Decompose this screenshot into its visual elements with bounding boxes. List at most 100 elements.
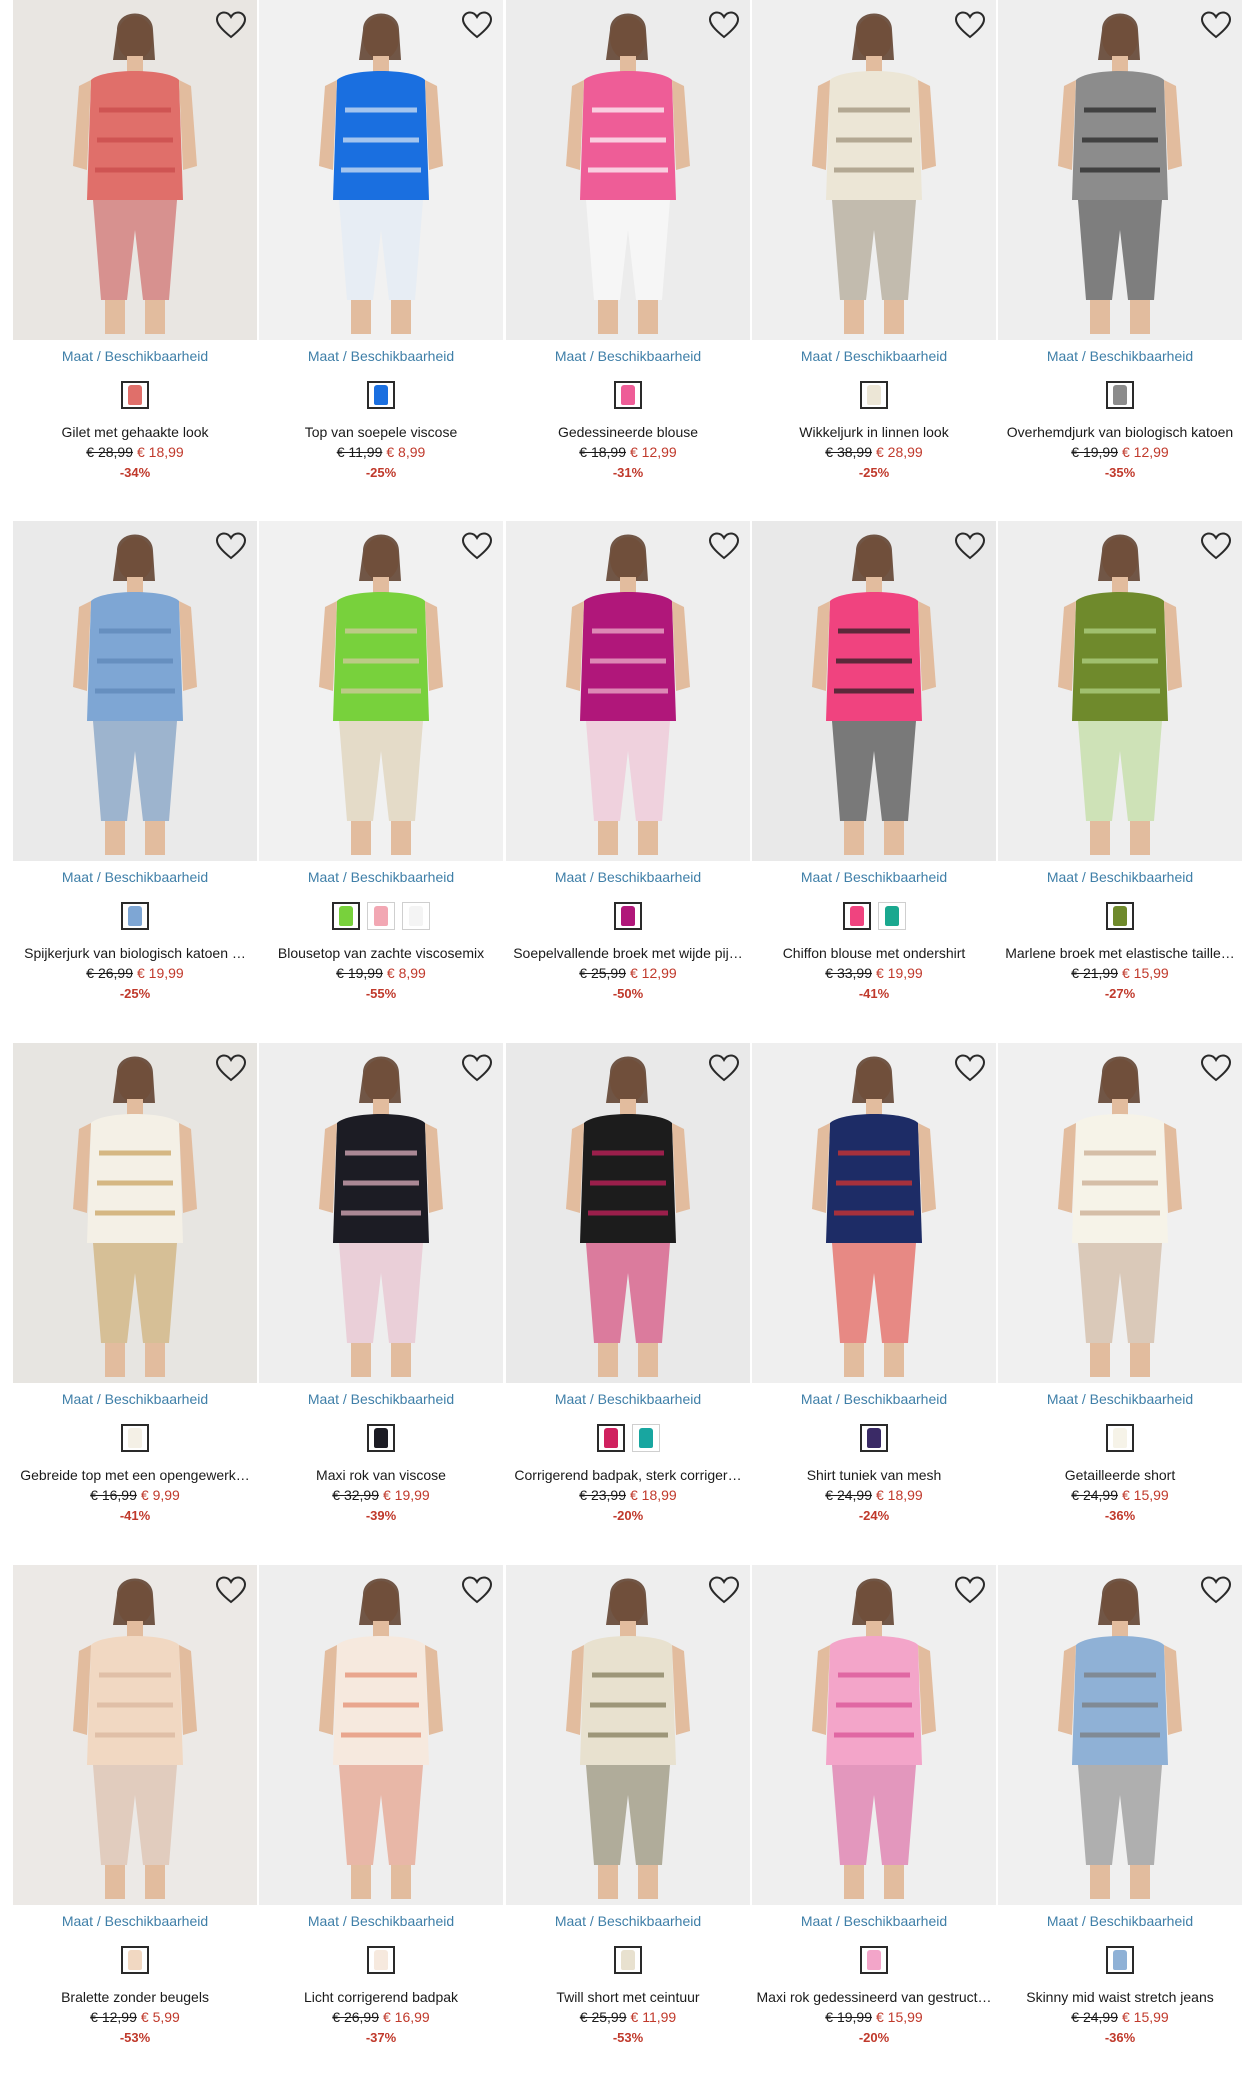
size-availability-link[interactable]: Maat / Beschikbaarheid	[998, 1913, 1242, 1929]
product-name[interactable]: Top van soepele viscose	[259, 424, 503, 440]
product-name[interactable]: Shirt tuniek van mesh	[752, 1467, 996, 1483]
product-name[interactable]: Corrigerend badpak, sterk corriger…	[506, 1467, 750, 1483]
size-availability-link[interactable]: Maat / Beschikbaarheid	[752, 869, 996, 885]
product-image[interactable]	[259, 0, 503, 340]
color-swatch[interactable]	[121, 381, 149, 409]
product-image[interactable]	[259, 1043, 503, 1383]
heart-icon[interactable]	[708, 10, 740, 40]
color-swatch[interactable]	[614, 381, 642, 409]
product-name[interactable]: Spijkerjurk van biologisch katoen …	[13, 945, 257, 961]
product-name[interactable]: Twill short met ceintuur	[506, 1989, 750, 2005]
size-availability-link[interactable]: Maat / Beschikbaarheid	[13, 1391, 257, 1407]
heart-icon[interactable]	[708, 531, 740, 561]
size-availability-link[interactable]: Maat / Beschikbaarheid	[259, 869, 503, 885]
size-availability-link[interactable]: Maat / Beschikbaarheid	[998, 348, 1242, 364]
heart-icon[interactable]	[1200, 1053, 1232, 1083]
product-name[interactable]: Soepelvallende broek met wijde pij…	[506, 945, 750, 961]
size-availability-link[interactable]: Maat / Beschikbaarheid	[13, 348, 257, 364]
color-swatch[interactable]	[860, 1424, 888, 1452]
heart-icon[interactable]	[461, 1053, 493, 1083]
color-swatch[interactable]	[367, 1946, 395, 1974]
color-swatch[interactable]	[121, 1424, 149, 1452]
heart-icon[interactable]	[954, 10, 986, 40]
color-swatch[interactable]	[1106, 381, 1134, 409]
size-availability-link[interactable]: Maat / Beschikbaarheid	[13, 1913, 257, 1929]
product-image[interactable]	[998, 1043, 1242, 1383]
product-name[interactable]: Bralette zonder beugels	[13, 1989, 257, 2005]
size-availability-link[interactable]: Maat / Beschikbaarheid	[259, 1913, 503, 1929]
product-image[interactable]	[506, 0, 750, 340]
product-image[interactable]	[506, 521, 750, 861]
heart-icon[interactable]	[954, 531, 986, 561]
size-availability-link[interactable]: Maat / Beschikbaarheid	[506, 869, 750, 885]
color-swatch[interactable]	[367, 902, 395, 930]
product-image[interactable]	[506, 1565, 750, 1905]
product-image[interactable]	[259, 1565, 503, 1905]
heart-icon[interactable]	[215, 531, 247, 561]
color-swatch[interactable]	[332, 902, 360, 930]
heart-icon[interactable]	[708, 1575, 740, 1605]
product-image[interactable]	[752, 521, 996, 861]
color-swatch[interactable]	[596, 1424, 625, 1452]
size-availability-link[interactable]: Maat / Beschikbaarheid	[752, 1913, 996, 1929]
heart-icon[interactable]	[461, 10, 493, 40]
size-availability-link[interactable]: Maat / Beschikbaarheid	[506, 1391, 750, 1407]
size-availability-link[interactable]: Maat / Beschikbaarheid	[506, 348, 750, 364]
product-name[interactable]: Gedessineerde blouse	[506, 424, 750, 440]
color-swatch[interactable]	[860, 381, 888, 409]
product-image[interactable]	[998, 0, 1242, 340]
color-swatch[interactable]	[367, 381, 395, 409]
product-image[interactable]	[998, 521, 1242, 861]
product-name[interactable]: Overhemdjurk van biologisch katoen	[998, 424, 1242, 440]
size-availability-link[interactable]: Maat / Beschikbaarheid	[259, 348, 503, 364]
product-name[interactable]: Maxi rok van viscose	[259, 1467, 503, 1483]
product-image[interactable]	[13, 1043, 257, 1383]
product-image[interactable]	[13, 0, 257, 340]
heart-icon[interactable]	[1200, 10, 1232, 40]
product-image[interactable]	[752, 1565, 996, 1905]
heart-icon[interactable]	[215, 1575, 247, 1605]
heart-icon[interactable]	[1200, 531, 1232, 561]
product-image[interactable]	[506, 1043, 750, 1383]
color-swatch[interactable]	[121, 902, 149, 930]
product-name[interactable]: Maxi rok gedessineerd van gestruct…	[752, 1989, 996, 2005]
size-availability-link[interactable]: Maat / Beschikbaarheid	[259, 1391, 503, 1407]
product-name[interactable]: Blousetop van zachte viscosemix	[259, 945, 503, 961]
heart-icon[interactable]	[954, 1575, 986, 1605]
color-swatch[interactable]	[842, 902, 871, 930]
heart-icon[interactable]	[461, 531, 493, 561]
size-availability-link[interactable]: Maat / Beschikbaarheid	[506, 1913, 750, 1929]
color-swatch[interactable]	[367, 1424, 395, 1452]
product-name[interactable]: Gebreide top met een opengewerk…	[13, 1467, 257, 1483]
color-swatch[interactable]	[1106, 1946, 1134, 1974]
size-availability-link[interactable]: Maat / Beschikbaarheid	[752, 1391, 996, 1407]
heart-icon[interactable]	[708, 1053, 740, 1083]
color-swatch[interactable]	[877, 902, 906, 930]
color-swatch[interactable]	[1106, 902, 1134, 930]
size-availability-link[interactable]: Maat / Beschikbaarheid	[998, 869, 1242, 885]
product-image[interactable]	[13, 521, 257, 861]
heart-icon[interactable]	[215, 10, 247, 40]
color-swatch[interactable]	[614, 1946, 642, 1974]
product-image[interactable]	[752, 0, 996, 340]
product-name[interactable]: Chiffon blouse met ondershirt	[752, 945, 996, 961]
product-image[interactable]	[13, 1565, 257, 1905]
product-name[interactable]: Wikkeljurk in linnen look	[752, 424, 996, 440]
color-swatch[interactable]	[860, 1946, 888, 1974]
size-availability-link[interactable]: Maat / Beschikbaarheid	[752, 348, 996, 364]
product-name[interactable]: Getailleerde short	[998, 1467, 1242, 1483]
product-image[interactable]	[998, 1565, 1242, 1905]
color-swatch[interactable]	[631, 1424, 660, 1452]
product-image[interactable]	[752, 1043, 996, 1383]
heart-icon[interactable]	[215, 1053, 247, 1083]
color-swatch[interactable]	[1106, 1424, 1134, 1452]
product-name[interactable]: Marlene broek met elastische taille…	[998, 945, 1242, 961]
size-availability-link[interactable]: Maat / Beschikbaarheid	[13, 869, 257, 885]
product-name[interactable]: Gilet met gehaakte look	[13, 424, 257, 440]
color-swatch[interactable]	[121, 1946, 149, 1974]
heart-icon[interactable]	[461, 1575, 493, 1605]
product-name[interactable]: Skinny mid waist stretch jeans	[998, 1989, 1242, 2005]
product-image[interactable]	[259, 521, 503, 861]
heart-icon[interactable]	[1200, 1575, 1232, 1605]
color-swatch[interactable]	[402, 902, 430, 930]
